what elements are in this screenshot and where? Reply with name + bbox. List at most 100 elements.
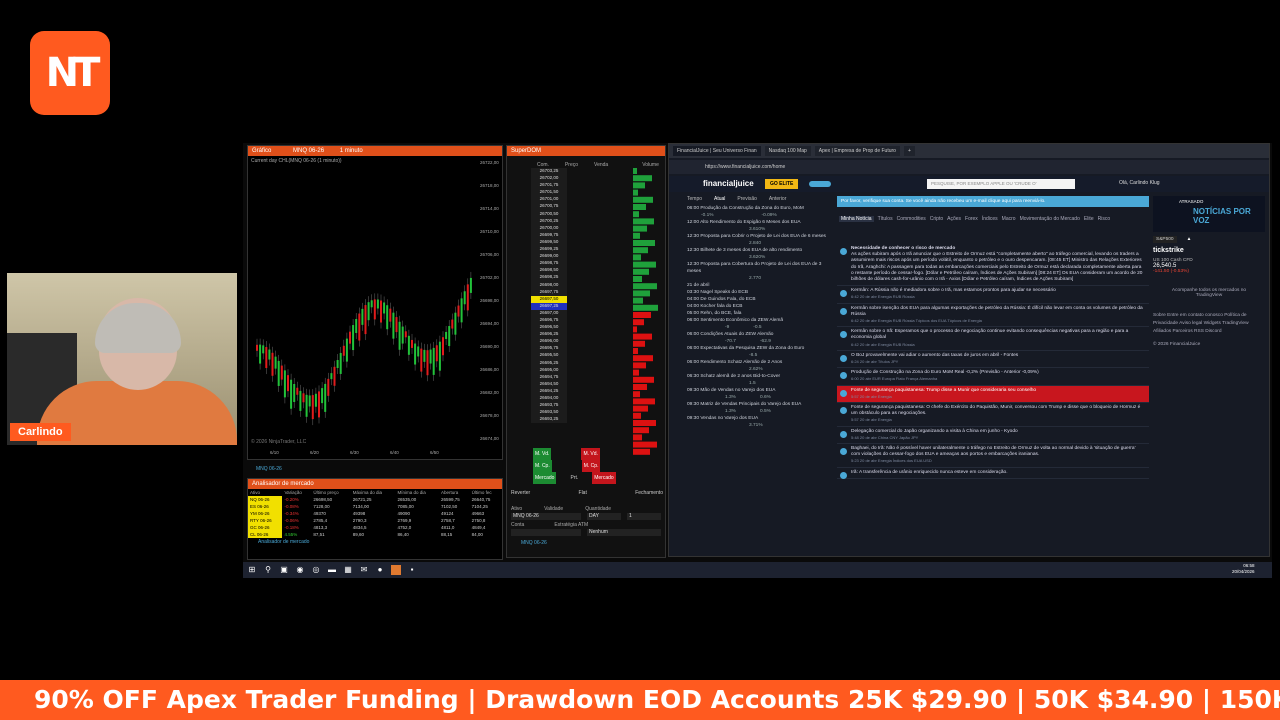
- news-item[interactable]: Necessidade de conhecer o risco de merca…: [837, 244, 1149, 287]
- calendar-row[interactable]: 06:00 Condições Atuais do ZEW Alemão -70.…: [687, 331, 835, 345]
- dom-price-row[interactable]: 26701,50: [531, 189, 587, 197]
- filter-tab[interactable]: Commodities: [897, 216, 926, 222]
- browser-icon[interactable]: ◉: [295, 565, 305, 575]
- chart-interval[interactable]: 1 minuto: [340, 148, 363, 154]
- dom-price-ladder[interactable]: 26703,25 26702,00 26701,75 26701,50 26701,00…: [531, 168, 587, 424]
- filter-tab[interactable]: Títulos: [878, 216, 893, 222]
- chart-tab[interactable]: MNQ 06-26: [256, 466, 282, 473]
- windows-start-icon[interactable]: ⊞: [247, 565, 257, 575]
- market-col-header[interactable]: Mínima do dia: [396, 489, 439, 496]
- filter-tab[interactable]: Cripto: [930, 216, 943, 222]
- dom-market-button-right[interactable]: Mercado: [592, 472, 616, 484]
- dom-price-row[interactable]: 26698,25: [531, 274, 587, 282]
- taskbar-clock[interactable]: 06:58 20/04/2026: [1232, 563, 1255, 575]
- calendar-row[interactable]: 04:00 Kocher fala do ECB: [687, 303, 835, 310]
- dom-prt-label[interactable]: Prt.: [570, 472, 578, 484]
- dom-price-row[interactable]: 26693,25: [531, 416, 587, 424]
- dom-price-row[interactable]: 26695,00: [531, 366, 587, 374]
- market-col-header[interactable]: Abertura: [439, 489, 470, 496]
- mail-icon[interactable]: ✉: [359, 565, 369, 575]
- dom-price-row[interactable]: 26694,75: [531, 373, 587, 381]
- voice-news-widget[interactable]: ATRASADO NOTÍCIAS POR VOZ: [1153, 196, 1265, 232]
- calendar-row[interactable]: 05:00 Rehn, do BCE, fala: [687, 310, 835, 317]
- dom-market-button[interactable]: Mercado: [533, 472, 557, 484]
- market-col-header[interactable]: Último fec: [470, 489, 502, 496]
- dom-price-row[interactable]: 26693,75: [531, 402, 587, 410]
- calendar-row[interactable]: 03:30 Nagel Speaks do ECB: [687, 289, 835, 296]
- chart-instrument[interactable]: MNQ 06-26: [293, 148, 324, 154]
- filter-tab[interactable]: Forex: [965, 216, 978, 222]
- superdom-window[interactable]: SuperDOM Com. Preço Venda Volume 26703,2…: [506, 145, 666, 558]
- tickstrike-logo[interactable]: tickstrike: [1153, 247, 1265, 254]
- dom-price-row[interactable]: 26701,75: [531, 182, 587, 190]
- dom-price-row[interactable]: 26700,75: [531, 203, 587, 211]
- dom-price-row[interactable]: 26703,25: [531, 168, 587, 176]
- dom-price-row[interactable]: 26699,25: [531, 246, 587, 254]
- news-item[interactable]: Kermân: A Rússia não é mediadora sobre o…: [837, 286, 1149, 304]
- dom-price-row[interactable]: 26695,25: [531, 359, 587, 367]
- news-item[interactable]: Fonte de segurança paquistanesa: O chefe…: [837, 403, 1149, 427]
- dom-price-row[interactable]: 26698,75: [531, 260, 587, 268]
- market-col-header[interactable]: Ativo: [248, 489, 282, 496]
- candlestick-chart[interactable]: 26722,00 26718,00 26714,00 26710,00 26706,00…: [248, 156, 502, 456]
- calendar-row[interactable]: 06:00 Rendimento Schatz Alemão de 2 Anos…: [687, 359, 835, 373]
- flat-button[interactable]: Flat: [579, 490, 587, 496]
- edge-icon[interactable]: ◎: [311, 565, 321, 575]
- chrome-icon[interactable]: ●: [375, 565, 385, 575]
- news-item[interactable]: Delegação comercial do Japão organizando…: [837, 427, 1149, 445]
- calendar-row[interactable]: 09:30 Matriz de Vendas Principais do Var…: [687, 401, 835, 415]
- dom-price-row[interactable]: 26697,00: [531, 309, 587, 317]
- verify-account-banner[interactable]: Por favor, verifique sua conta. Se você …: [837, 196, 1149, 207]
- calendar-row[interactable]: 12:30 Bilhete de 3 meses dos EUA de alto…: [687, 247, 835, 261]
- dom-price-row[interactable]: 26696,00: [531, 338, 587, 346]
- task-view-icon[interactable]: ▣: [279, 565, 289, 575]
- dom-price-row[interactable]: 26697,75: [531, 288, 587, 296]
- dom-price-row[interactable]: 26696,75: [531, 316, 587, 325]
- browser-window[interactable]: FinancialJuice | Seu Universo Finan Nasd…: [668, 143, 1270, 557]
- market-analyzer-tab[interactable]: Analisador de mercado: [248, 538, 502, 547]
- news-item[interactable]: Kermân sobre o Irã: Esperamos que o proc…: [837, 327, 1149, 351]
- user-menu[interactable]: Olá, Carlindo Klug: [1119, 180, 1160, 186]
- validity-select[interactable]: DAY: [587, 513, 621, 520]
- folder-icon[interactable]: ▬: [327, 565, 337, 575]
- superdom-tab[interactable]: MNQ 06-26: [511, 540, 663, 547]
- filter-tab[interactable]: Macro: [1002, 216, 1016, 222]
- dom-price-row[interactable]: 26694,00: [531, 395, 587, 403]
- asset-select[interactable]: MNQ 06-26: [511, 513, 581, 520]
- news-item[interactable]: Produção de Construção na Zona do Euro M…: [837, 368, 1149, 386]
- calendar-row[interactable]: 09:30 Mão de Vendas no Varejo dos EUA 1.3…: [687, 387, 835, 401]
- table-row[interactable]: CL 06-26 4.55% 87,51 89,60 86,40 88,15 84,00: [248, 531, 502, 538]
- dom-price-row[interactable]: 26697,50: [531, 295, 587, 303]
- news-item[interactable]: Irã: A transferência de urânio enriqueci…: [837, 468, 1149, 479]
- close-button[interactable]: Fechamento: [635, 490, 663, 496]
- cal-col-actual[interactable]: Atual: [714, 196, 725, 202]
- filter-tab[interactable]: Ações: [947, 216, 961, 222]
- market-col-header[interactable]: Máxima do dia: [351, 489, 396, 496]
- store-icon[interactable]: ▦: [343, 565, 353, 575]
- dom-price-row[interactable]: 26699,50: [531, 238, 587, 247]
- market-col-header[interactable]: Variação: [282, 489, 311, 496]
- dom-price-row[interactable]: 26700,25: [531, 217, 587, 225]
- index-select[interactable]: S&P500: [1153, 236, 1177, 243]
- market-analyzer-window[interactable]: Analisador de mercado Ativo Variação Últim…: [247, 478, 503, 560]
- dom-market-buy-button-right[interactable]: M. Cp.: [581, 460, 601, 472]
- cal-col-forecast[interactable]: Previsão: [737, 196, 756, 202]
- financialjuice-logo[interactable]: financialjuice: [703, 179, 754, 188]
- dom-price-row[interactable]: 26696,50: [531, 324, 587, 332]
- news-item[interactable]: O BoJ provavelmente vai adiar o aumento …: [837, 351, 1149, 369]
- chart-window-header[interactable]: Gráfico MNQ 06-26 1 minuto: [248, 146, 502, 156]
- calendar-row[interactable]: 06:30 Schatz alemã de 2 anos Bid-to-Cove…: [687, 373, 835, 387]
- dom-market-sell-button[interactable]: M. Vd.: [533, 448, 552, 460]
- search-icon[interactable]: ⚲: [263, 565, 273, 575]
- market-col-header[interactable]: Último preço: [311, 489, 350, 496]
- news-item[interactable]: Fonte de segurança paquistanesa: Trump d…: [837, 385, 1149, 404]
- market-analyzer-header[interactable]: Analisador de mercado: [248, 479, 502, 489]
- audio-toggle[interactable]: [809, 181, 831, 187]
- browser-tab-nasdaq-map[interactable]: Nasdaq 100 Map: [764, 146, 811, 156]
- calendar-row[interactable]: 06:00 Produção da Construção da Zona do …: [687, 205, 835, 219]
- dom-price-row[interactable]: 26693,50: [531, 409, 587, 417]
- footer-links[interactable]: Sobre Entre em contato conosco Política …: [1153, 312, 1265, 336]
- strategy-select[interactable]: Nenhum: [587, 529, 661, 536]
- filter-tab[interactable]: Elite: [1084, 216, 1094, 222]
- app-icon[interactable]: ▪: [407, 565, 417, 575]
